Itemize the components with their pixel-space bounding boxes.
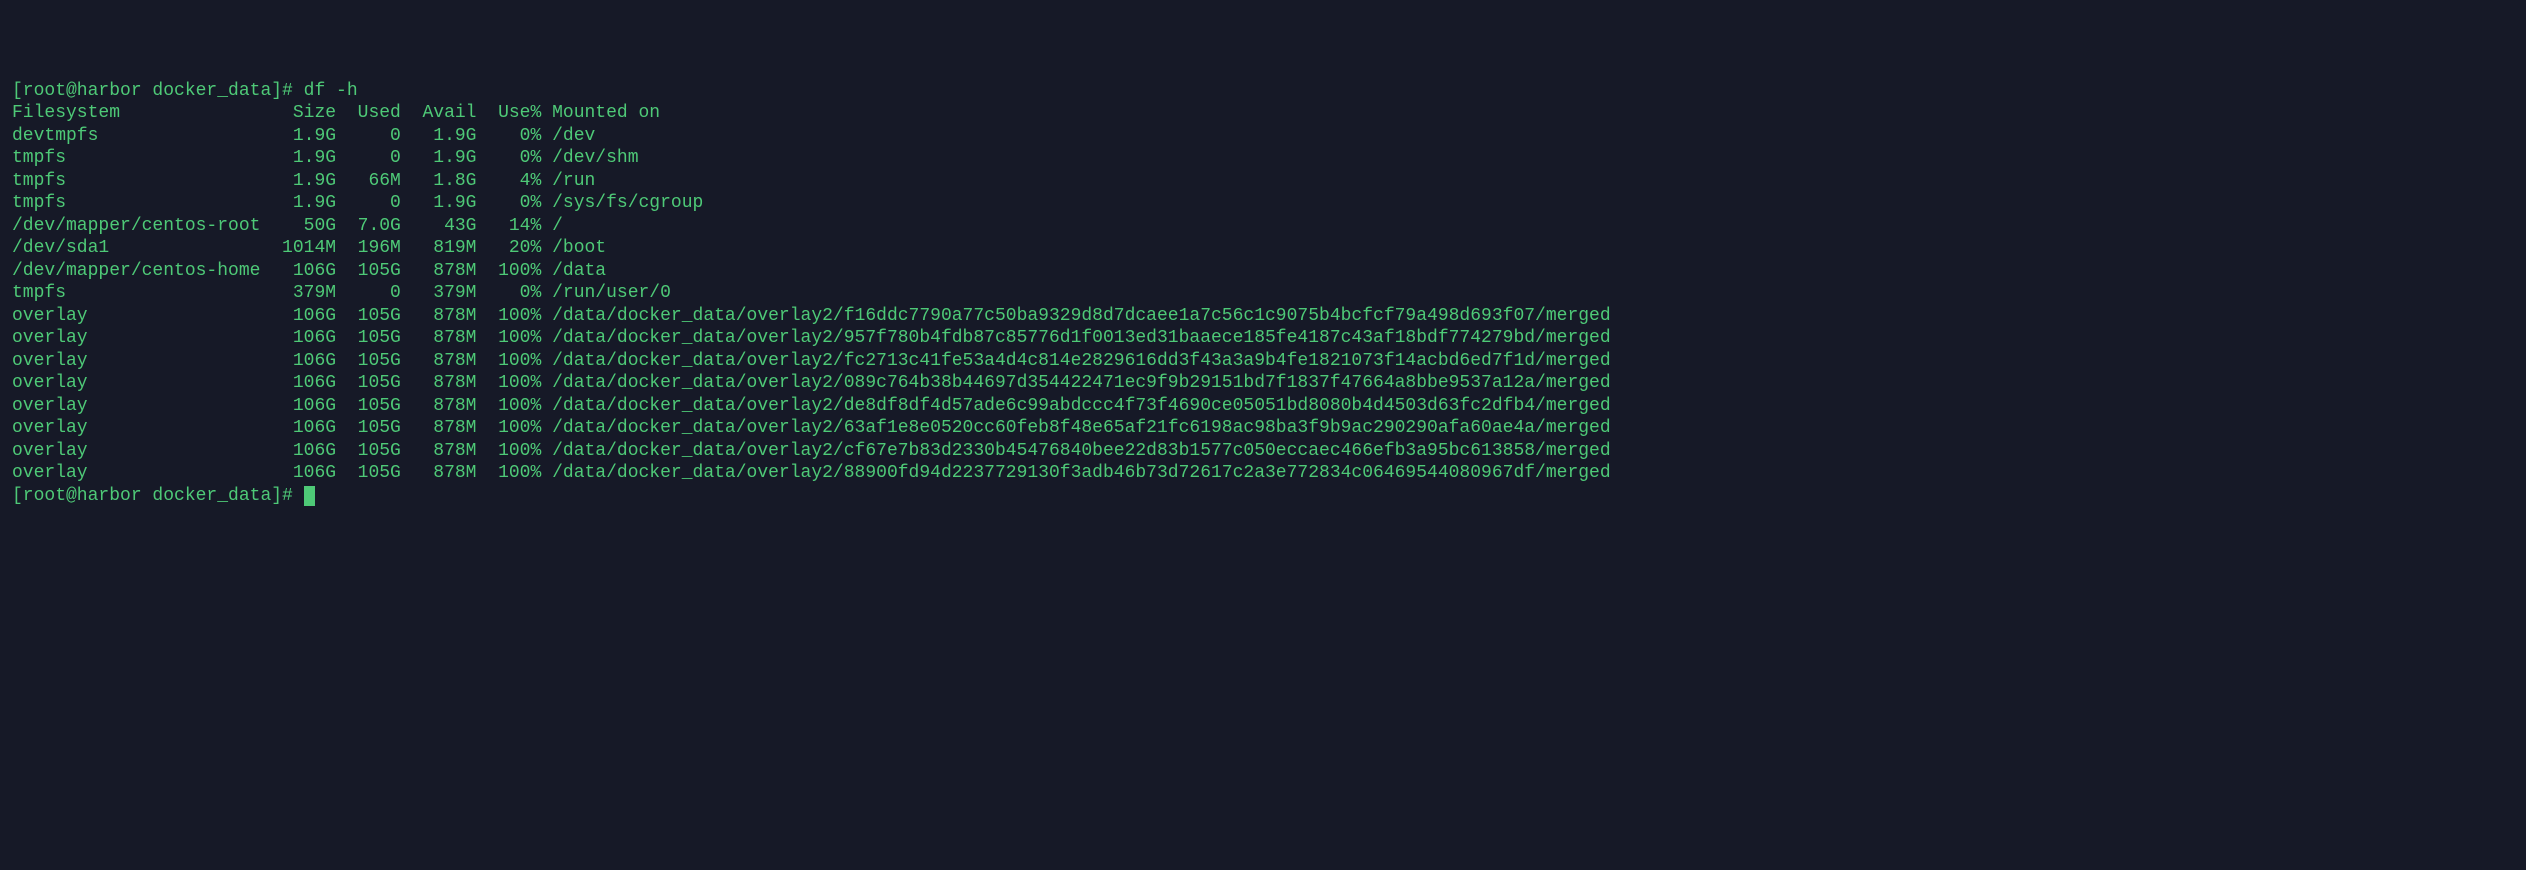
shell-prompt: [root@harbor docker_data]# — [12, 486, 304, 506]
prompt-line-2: [root@harbor docker_data]# — [12, 486, 315, 506]
df-output-rows: devtmpfs 1.9G 0 1.9G 0% /dev tmpfs 1.9G … — [12, 125, 2514, 485]
cursor — [304, 486, 315, 506]
terminal-output[interactable]: [root@harbor docker_data]# df -h Filesys… — [12, 80, 2514, 508]
command-text: df -h — [304, 81, 358, 101]
shell-prompt: [root@harbor docker_data]# — [12, 81, 304, 101]
prompt-line-1: [root@harbor docker_data]# df -h — [12, 81, 358, 101]
df-header-line: Filesystem Size Used Avail Use% Mounted … — [12, 103, 660, 123]
